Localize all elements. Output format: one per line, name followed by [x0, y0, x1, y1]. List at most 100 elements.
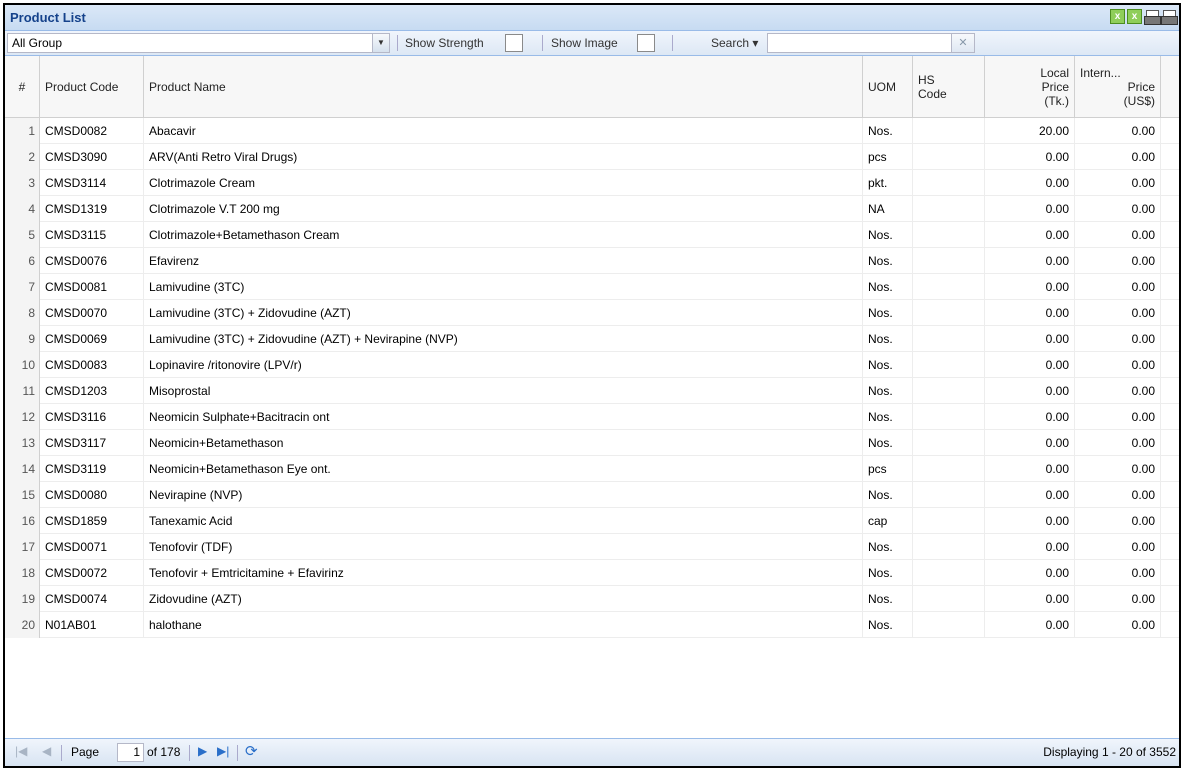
page-number-input[interactable]: 1 [117, 743, 144, 762]
international-price-cell: 0.00 [1075, 430, 1161, 456]
row-number-cell: 16 [5, 508, 40, 534]
product-code-cell: CMSD0069 [40, 326, 144, 352]
product-code-cell: CMSD3115 [40, 222, 144, 248]
product-code-cell: CMSD1203 [40, 378, 144, 404]
international-price-cell: 0.00 [1075, 352, 1161, 378]
first-page-icon[interactable]: |◀ [15, 744, 27, 758]
table-row[interactable]: 3 CMSD3114 Clotrimazole Cream pkt. 0.00 0.00 [5, 170, 1179, 196]
header-line: Intern... [1080, 66, 1121, 80]
international-price-cell: 0.00 [1075, 170, 1161, 196]
product-name-cell: Tenofovir (TDF) [144, 534, 863, 560]
product-list-panel: Product List x x All Group ▼ Show Streng… [3, 3, 1181, 768]
local-price-cell: 0.00 [985, 404, 1075, 430]
search-menu-button[interactable]: Search ▾ [711, 36, 758, 50]
table-row[interactable]: 8 CMSD0070 Lamivudine (3TC) + Zidovudine (… [5, 300, 1179, 326]
header-line: Price [1041, 80, 1069, 94]
table-row[interactable]: 17 CMSD0071 Tenofovir (TDF) Nos. 0.00 0.00 [5, 534, 1179, 560]
show-image-label: Show Image [551, 36, 618, 50]
uom-cell: pcs [863, 456, 913, 482]
page-label: Page [71, 745, 100, 759]
prev-page-icon[interactable]: ◀ [42, 744, 51, 758]
international-price-cell: 0.00 [1075, 144, 1161, 170]
table-row[interactable]: 10 CMSD0083 Lopinavire /ritonovire (LPV/r)… [5, 352, 1179, 378]
product-code-cell: CMSD0081 [40, 274, 144, 300]
export-excel-all-icon[interactable]: x [1127, 9, 1142, 24]
table-row[interactable]: 5 CMSD3115 Clotrimazole+Betamethason Cream… [5, 222, 1179, 248]
column-header-product-code[interactable]: Product Code [40, 56, 144, 118]
international-price-cell: 0.00 [1075, 196, 1161, 222]
last-page-icon[interactable]: ▶| [217, 744, 229, 758]
product-code-cell: CMSD3117 [40, 430, 144, 456]
product-name-cell: Lamivudine (3TC) [144, 274, 863, 300]
clear-search-icon[interactable]: ✕ [952, 33, 975, 53]
table-row[interactable]: 19 CMSD0074 Zidovudine (AZT) Nos. 0.00 0.00 [5, 586, 1179, 612]
hs-code-cell [913, 144, 985, 170]
next-page-icon[interactable]: ▶ [198, 744, 207, 758]
product-name-cell: Clotrimazole Cream [144, 170, 863, 196]
header-line: (Tk.) [1044, 94, 1069, 108]
column-header-international-price[interactable]: Intern... Price (US$) [1075, 56, 1161, 118]
local-price-cell: 0.00 [985, 170, 1075, 196]
uom-cell: pcs [863, 144, 913, 170]
hs-code-cell [913, 196, 985, 222]
hs-code-cell [913, 534, 985, 560]
row-number-cell: 7 [5, 274, 40, 300]
table-row[interactable]: 11 CMSD1203 Misoprostal Nos. 0.00 0.00 [5, 378, 1179, 404]
column-header-number[interactable]: # [5, 56, 40, 118]
uom-cell: cap [863, 508, 913, 534]
row-number-cell: 18 [5, 560, 40, 586]
uom-cell: Nos. [863, 612, 913, 638]
table-row[interactable]: 7 CMSD0081 Lamivudine (3TC) Nos. 0.00 0.00 [5, 274, 1179, 300]
local-price-cell: 0.00 [985, 456, 1075, 482]
print-icon[interactable] [1144, 9, 1161, 25]
column-header-uom[interactable]: UOM [863, 56, 913, 118]
uom-cell: Nos. [863, 482, 913, 508]
show-strength-checkbox[interactable] [505, 34, 523, 52]
table-row[interactable]: 1 CMSD0082 Abacavir Nos. 20.00 0.00 [5, 118, 1179, 144]
show-strength-label: Show Strength [405, 36, 484, 50]
group-combobox[interactable]: All Group ▼ [7, 33, 390, 53]
export-excel-icon[interactable]: x [1110, 9, 1125, 24]
table-row[interactable]: 13 CMSD3117 Neomicin+Betamethason Nos. 0.00 0… [5, 430, 1179, 456]
paging-display-text: Displaying 1 - 20 of 3552 [1043, 745, 1176, 759]
chevron-down-icon[interactable]: ▼ [372, 34, 389, 52]
row-number-cell: 14 [5, 456, 40, 482]
product-name-cell: Clotrimazole V.T 200 mg [144, 196, 863, 222]
column-header-local-price[interactable]: Local Price (Tk.) [985, 56, 1075, 118]
row-number-cell: 12 [5, 404, 40, 430]
table-row[interactable]: 14 CMSD3119 Neomicin+Betamethason Eye ont.… [5, 456, 1179, 482]
column-header-product-name[interactable]: Product Name [144, 56, 863, 118]
product-name-cell: Nevirapine (NVP) [144, 482, 863, 508]
table-row[interactable]: 20 N01AB01 halothane Nos. 0.00 0.00 [5, 612, 1179, 638]
show-image-checkbox[interactable] [637, 34, 655, 52]
toolbar-separator [542, 35, 543, 51]
table-row[interactable]: 16 CMSD1859 Tanexamic Acid cap 0.00 0.00 [5, 508, 1179, 534]
row-number-cell: 1 [5, 118, 40, 144]
table-row[interactable]: 2 CMSD3090 ARV(Anti Retro Viral Drugs) pcs 0… [5, 144, 1179, 170]
hs-code-cell [913, 118, 985, 144]
table-row[interactable]: 6 CMSD0076 Efavirenz Nos. 0.00 0.00 [5, 248, 1179, 274]
table-row[interactable]: 18 CMSD0072 Tenofovir + Emtricitamine + Ef… [5, 560, 1179, 586]
table-row[interactable]: 4 CMSD1319 Clotrimazole V.T 200 mg NA 0.00 0.… [5, 196, 1179, 222]
product-code-cell: CMSD3116 [40, 404, 144, 430]
uom-cell: Nos. [863, 586, 913, 612]
hs-code-cell [913, 222, 985, 248]
table-row[interactable]: 9 CMSD0069 Lamivudine (3TC) + Zidovudine (… [5, 326, 1179, 352]
uom-cell: Nos. [863, 560, 913, 586]
search-input[interactable] [767, 33, 952, 53]
column-header-hs-code[interactable]: HS Code [913, 56, 985, 118]
product-name-cell: Tenofovir + Emtricitamine + Efavirinz [144, 560, 863, 586]
title-tools: x x [1110, 9, 1178, 25]
uom-cell: Nos. [863, 352, 913, 378]
product-code-cell: CMSD0070 [40, 300, 144, 326]
header-line: Price [1127, 80, 1155, 94]
uom-cell: Nos. [863, 404, 913, 430]
table-row[interactable]: 15 CMSD0080 Nevirapine (NVP) Nos. 0.00 0.00 [5, 482, 1179, 508]
uom-cell: Nos. [863, 326, 913, 352]
print-all-icon[interactable] [1161, 9, 1178, 25]
refresh-icon[interactable]: ⟳ [245, 742, 258, 760]
product-name-cell: Lamivudine (3TC) + Zidovudine (AZT) [144, 300, 863, 326]
row-number-cell: 11 [5, 378, 40, 404]
table-row[interactable]: 12 CMSD3116 Neomicin Sulphate+Bacitracin o… [5, 404, 1179, 430]
hs-code-cell [913, 404, 985, 430]
